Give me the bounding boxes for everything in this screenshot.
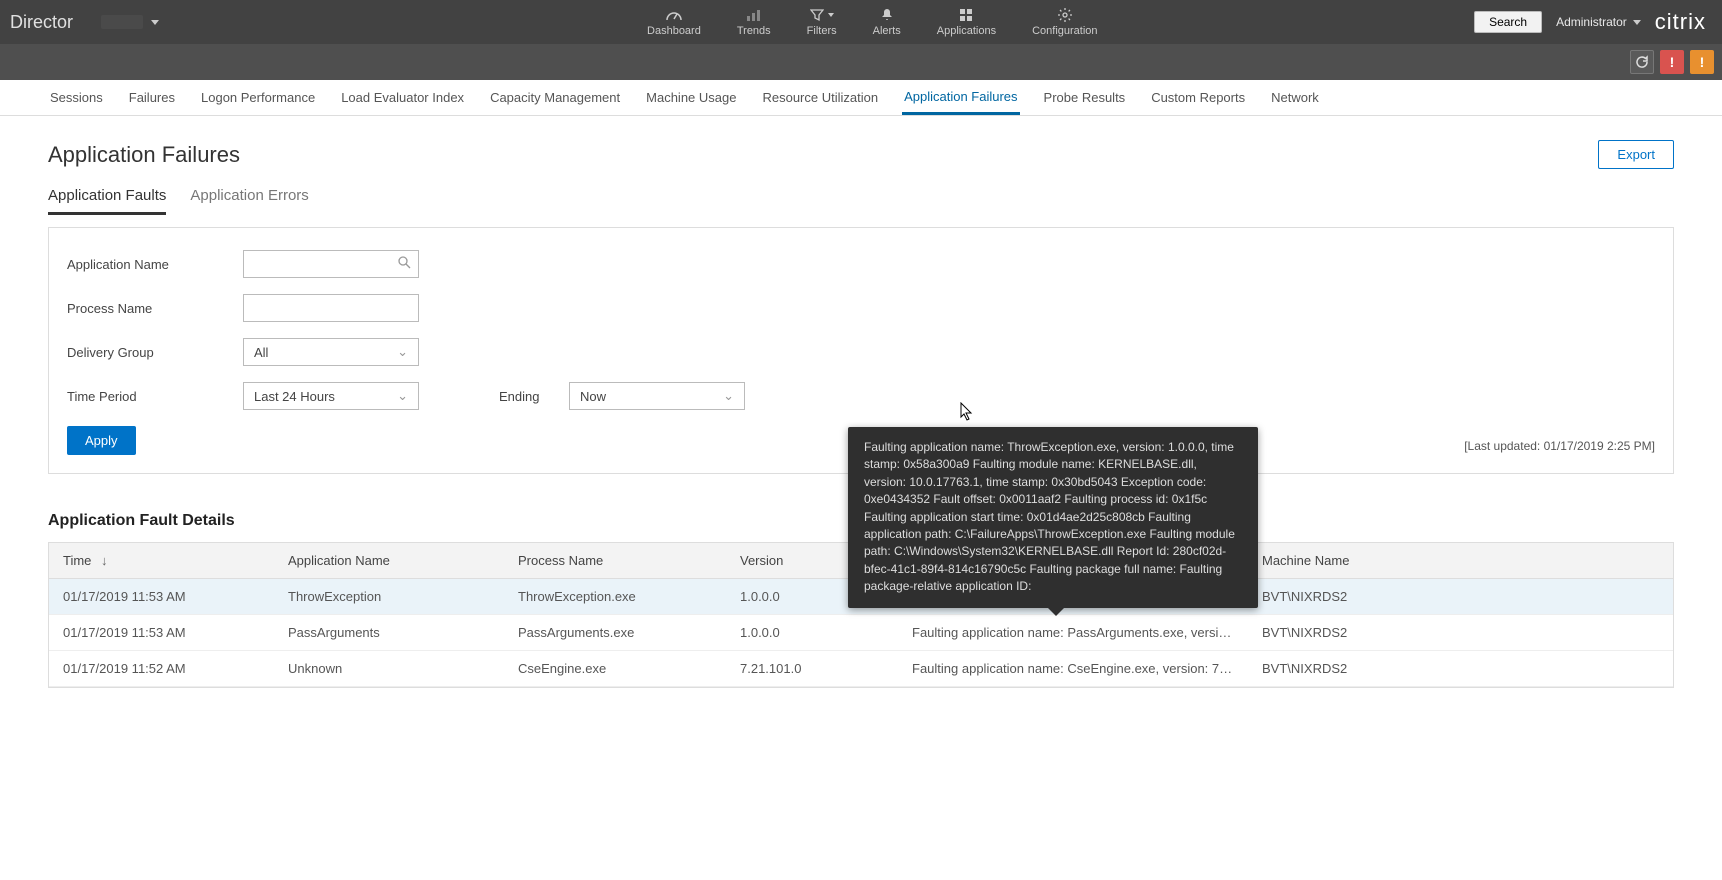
delivery-group-select[interactable]: All ⌄ [243,338,419,366]
col-header-app[interactable]: Application Name [274,543,504,578]
admin-label: Administrator [1556,15,1627,29]
topnav-label: Applications [937,25,996,37]
sec-tab-load-evaluator-index[interactable]: Load Evaluator Index [339,82,466,113]
sec-tab-machine-usage[interactable]: Machine Usage [644,82,738,113]
topnav-label: Filters [807,25,837,37]
time-period-label: Time Period [67,389,243,404]
select-value: All [254,345,268,360]
cell: PassArguments.exe [504,615,726,650]
table-row[interactable]: 01/17/2019 11:52 AMUnknownCseEngine.exe7… [49,651,1673,687]
topnav-dashboard[interactable]: Dashboard [629,0,719,44]
topnav-configuration[interactable]: Configuration [1014,0,1115,44]
cell: 1.0.0.0 [726,615,898,650]
site-dropdown[interactable] [91,13,169,31]
app-title: Director [0,12,91,33]
cell: ThrowException [274,579,504,614]
refresh-icon [1635,55,1649,69]
topnav-alerts[interactable]: Alerts [855,0,919,44]
cell: BVT\NIXRDS2 [1248,579,1673,614]
col-header-time[interactable]: Time ↓ [49,543,274,578]
app-name-input[interactable] [243,250,419,278]
table-row[interactable]: 01/17/2019 11:53 AMPassArgumentsPassArgu… [49,615,1673,651]
apply-button[interactable]: Apply [67,426,136,455]
cell: Faulting application name: CseEngine.exe… [898,651,1248,686]
page-title: Application Failures [48,142,240,168]
chevron-down-icon: ⌄ [397,344,408,360]
chevron-down-icon [1633,20,1641,25]
app-name-label: Application Name [67,257,243,272]
topnav-label: Dashboard [647,25,701,37]
topnav-filters[interactable]: Filters [789,0,855,44]
topnav-trends[interactable]: Trends [719,0,789,44]
ending-select[interactable]: Now ⌄ [569,382,745,410]
sec-tab-custom-reports[interactable]: Custom Reports [1149,82,1247,113]
sub-tab-application-faults[interactable]: Application Faults [48,187,166,215]
topnav-applications[interactable]: Applications [919,0,1014,44]
sort-desc-icon: ↓ [101,553,108,568]
ending-label: Ending [499,389,569,404]
last-updated-label: [Last updated: 01/17/2019 2:25 PM] [1464,439,1655,453]
warning-alert-indicator[interactable]: ! [1690,50,1714,74]
cell: BVT\NIXRDS2 [1248,651,1673,686]
refresh-button[interactable] [1630,50,1654,74]
time-period-select[interactable]: Last 24 Hours ⌄ [243,382,419,410]
export-button[interactable]: Export [1598,140,1674,169]
cell: 01/17/2019 11:52 AM [49,651,274,686]
sec-tab-failures[interactable]: Failures [127,82,177,113]
sub-tab-application-errors[interactable]: Application Errors [190,187,308,215]
description-tooltip: Faulting application name: ThrowExceptio… [848,427,1258,608]
cell: 01/17/2019 11:53 AM [49,579,274,614]
chevron-down-icon: ⌄ [723,388,734,404]
gear-icon [1058,7,1072,23]
select-value: Last 24 Hours [254,389,335,404]
cell: CseEngine.exe [504,651,726,686]
sec-tab-logon-performance[interactable]: Logon Performance [199,82,317,113]
cell: ThrowException.exe [504,579,726,614]
col-header-mach[interactable]: Machine Name [1248,543,1673,578]
col-header-proc[interactable]: Process Name [504,543,726,578]
topnav-label: Trends [737,25,771,37]
sec-tab-resource-utilization[interactable]: Resource Utilization [760,82,880,113]
chevron-down-icon [828,13,834,17]
critical-alert-indicator[interactable]: ! [1660,50,1684,74]
brand-logo: citrix [1655,9,1706,35]
sec-tab-capacity-management[interactable]: Capacity Management [488,82,622,113]
sec-tab-network[interactable]: Network [1269,82,1321,113]
administrator-menu[interactable]: Administrator [1556,15,1641,29]
chevron-down-icon [151,20,159,25]
cell: PassArguments [274,615,504,650]
bars-icon [746,7,762,23]
search-button[interactable]: Search [1474,11,1542,33]
chevron-down-icon: ⌄ [397,388,408,404]
process-name-input[interactable] [243,294,419,322]
sec-tab-probe-results[interactable]: Probe Results [1042,82,1128,113]
topnav-label: Alerts [873,25,901,37]
filter-icon [810,7,824,23]
topnav-label: Configuration [1032,25,1097,37]
cell: 7.21.101.0 [726,651,898,686]
cell: 01/17/2019 11:53 AM [49,615,274,650]
process-name-label: Process Name [67,301,243,316]
grid-icon [959,7,973,23]
select-value: Now [580,389,606,404]
cell: Unknown [274,651,504,686]
sec-tab-sessions[interactable]: Sessions [48,82,105,113]
sec-tab-application-failures[interactable]: Application Failures [902,81,1019,115]
cell: Faulting application name: PassArguments… [898,615,1248,650]
bell-icon [880,7,894,23]
site-name-placeholder [101,15,143,29]
gauge-icon [665,7,683,23]
cell: BVT\NIXRDS2 [1248,615,1673,650]
delivery-group-label: Delivery Group [67,345,243,360]
